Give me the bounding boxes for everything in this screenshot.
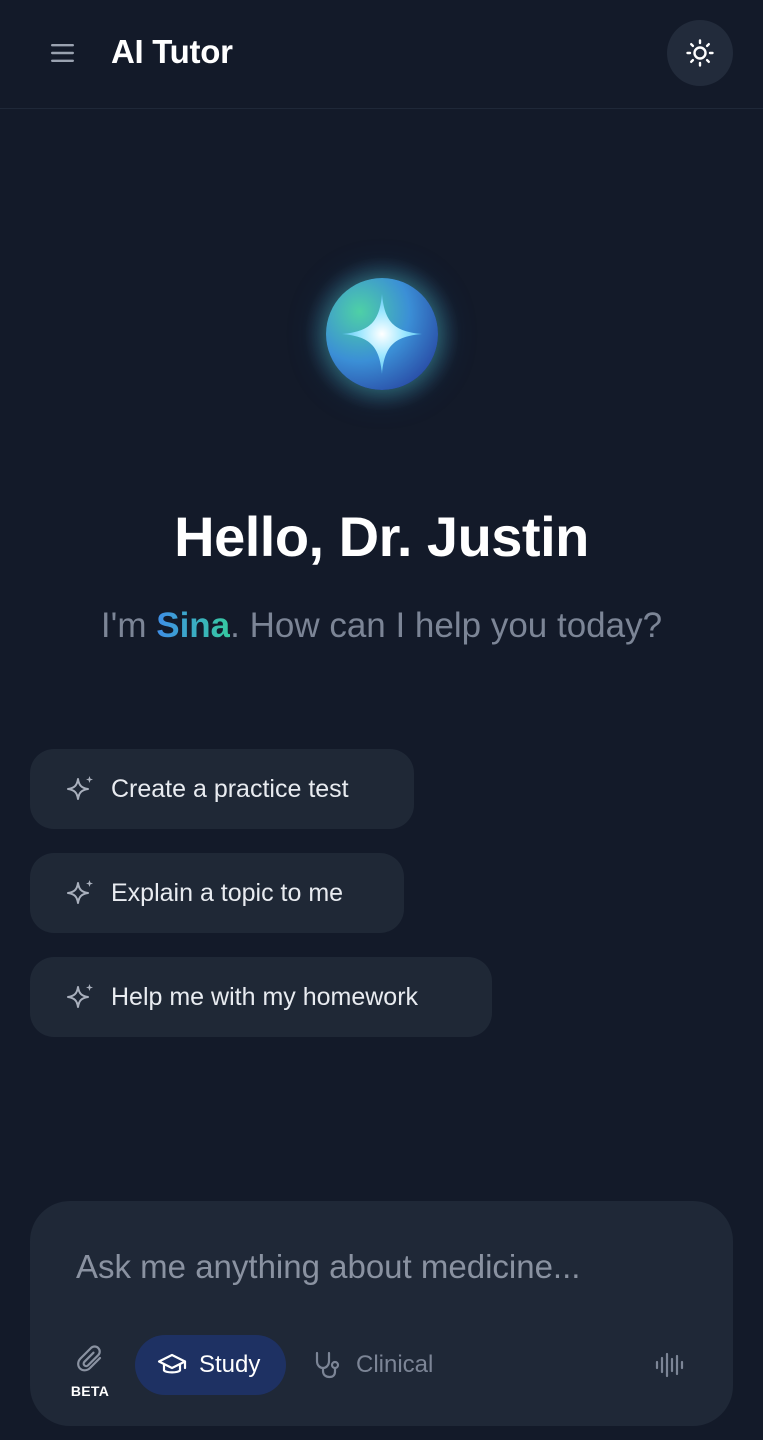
subtitle-suffix: . How can I help you today?: [230, 606, 663, 645]
audio-waveform-icon: [655, 1352, 684, 1378]
menu-button[interactable]: [40, 30, 86, 76]
mode-study-button[interactable]: Study: [135, 1335, 286, 1395]
mode-clinical-button[interactable]: Clinical: [312, 1335, 433, 1395]
orb-sphere: [326, 278, 438, 390]
paperclip-icon: [76, 1345, 106, 1382]
graduation-cap-icon: [157, 1353, 187, 1374]
beta-badge: BETA: [70, 1383, 110, 1399]
subtitle-prefix: I'm: [100, 606, 157, 645]
stethoscope-icon: [315, 1351, 340, 1379]
app-title: AI Tutor: [111, 33, 233, 70]
sun-icon: [686, 39, 714, 67]
sparkles-icon: [66, 982, 96, 1012]
sparkle-star-icon: [342, 294, 422, 374]
sparkles-icon: [66, 878, 96, 908]
sparkles-icon: [66, 774, 96, 804]
mode-study-label: Study: [199, 1351, 261, 1378]
greeting-heading: Hello, Dr. Justin: [174, 505, 589, 568]
top-bar: AI Tutor: [0, 0, 763, 109]
greeting-subtitle: I'm Sina. How can I help you today?: [0, 604, 763, 648]
suggestion-label: Help me with my homework: [111, 982, 419, 1011]
message-composer: BETA Study Clinical: [30, 1201, 733, 1426]
suggestion-create-practice-test[interactable]: Create a practice test: [30, 749, 414, 829]
message-input[interactable]: [76, 1239, 676, 1295]
suggestion-label: Create a practice test: [111, 774, 349, 803]
voice-input-button[interactable]: [650, 1347, 690, 1383]
assistant-name: Sina: [156, 606, 231, 645]
attach-button[interactable]: BETA: [66, 1345, 116, 1401]
app-root: AI Tutor Hello, Dr. Justin I'm Sina. How…: [0, 0, 763, 1440]
assistant-orb: [304, 256, 460, 412]
hamburger-menu-icon: [51, 44, 74, 62]
suggestion-help-homework[interactable]: Help me with my homework: [30, 957, 492, 1037]
theme-toggle-button[interactable]: [667, 20, 733, 86]
suggestion-explain-topic[interactable]: Explain a topic to me: [30, 853, 404, 933]
suggestion-label: Explain a topic to me: [111, 878, 344, 907]
mode-clinical-label: Clinical: [356, 1351, 434, 1378]
